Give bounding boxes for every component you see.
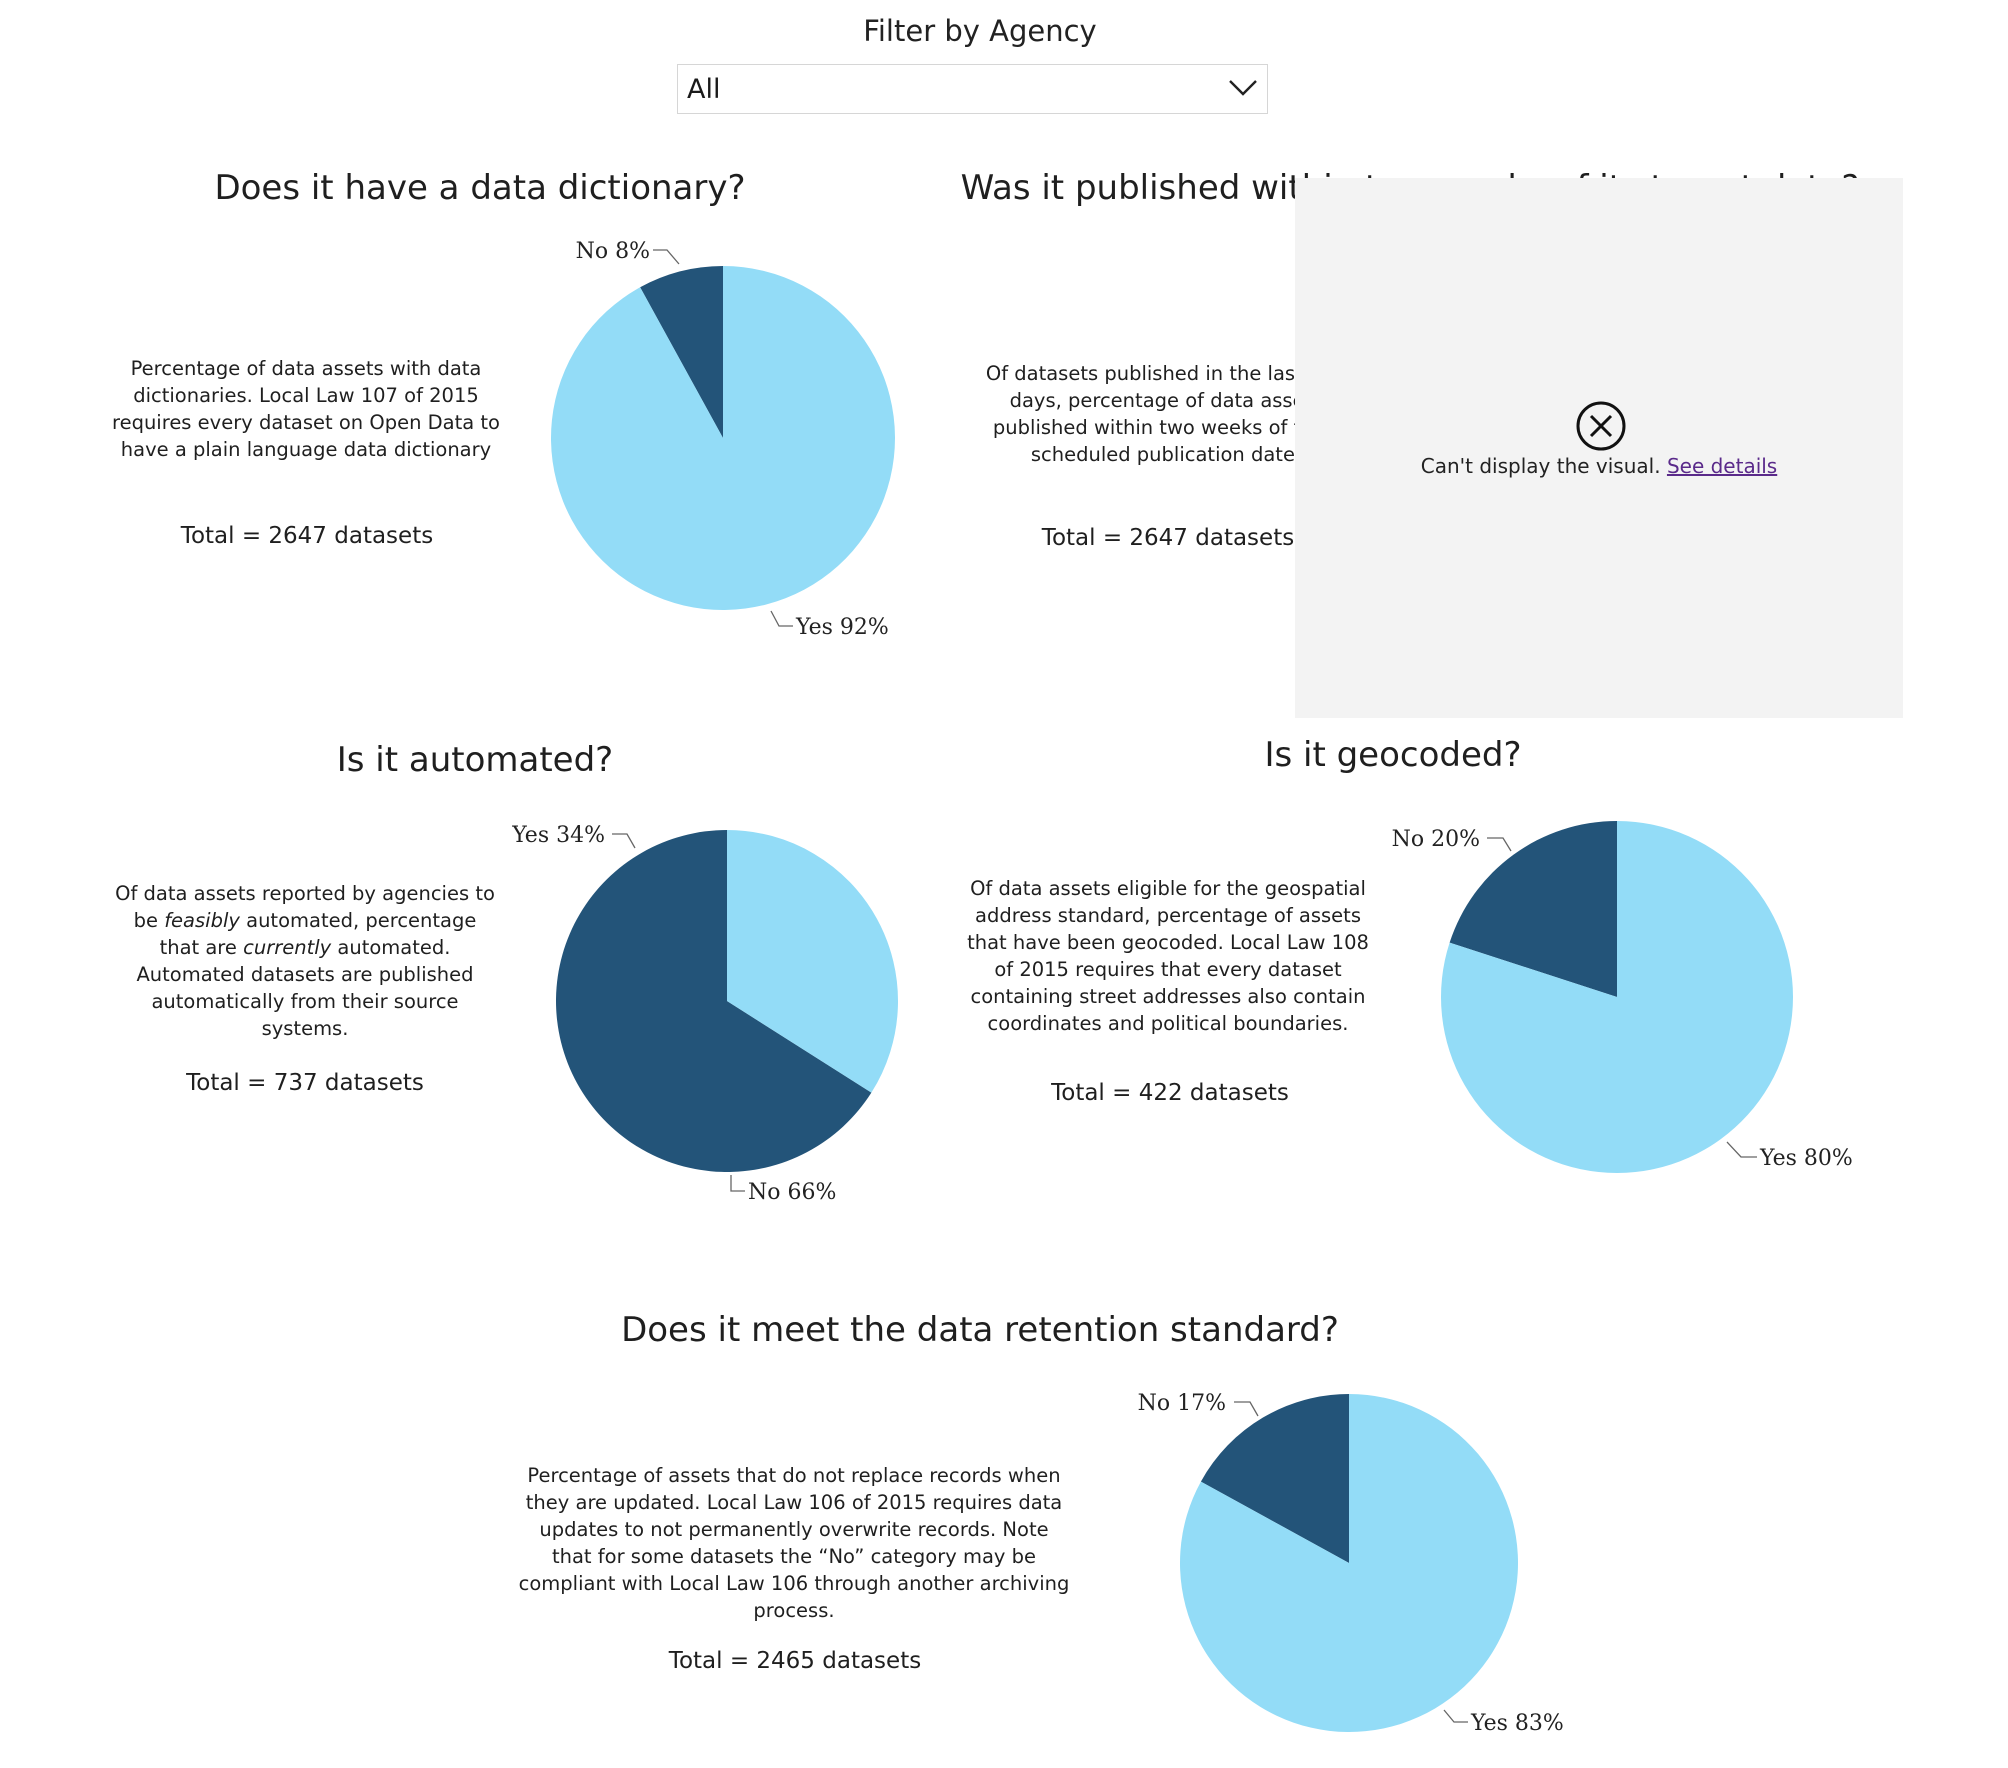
retention-leader-yes xyxy=(1443,1709,1468,1723)
automated-leader-yes xyxy=(612,833,636,849)
pie-charts: No 8% Yes 92% No 66% Yes 34% No 20% Yes 80% No… xyxy=(511,239,1853,1736)
automated-label-no: No 66% xyxy=(748,1180,836,1205)
dictionary-label-yes: Yes 92% xyxy=(795,615,889,640)
automated-label-yes: Yes 34% xyxy=(511,823,605,848)
dictionary-leader-no xyxy=(653,249,680,265)
retention-label-no: No 17% xyxy=(1138,1391,1226,1416)
geocoded-leader-yes xyxy=(1726,1141,1757,1158)
geocoded-label-no: No 20% xyxy=(1392,827,1480,852)
geocoded-label-yes: Yes 80% xyxy=(1759,1146,1853,1171)
dictionary-slice-yes[interactable] xyxy=(551,266,896,611)
automated-leader-no xyxy=(730,1175,745,1192)
dictionary-label-no: No 8% xyxy=(576,239,650,264)
retention-leader-no xyxy=(1234,1401,1259,1417)
retention-label-yes: Yes 83% xyxy=(1470,1711,1564,1736)
geocoded-leader-no xyxy=(1487,837,1512,852)
dictionary-leader-yes xyxy=(770,610,793,627)
